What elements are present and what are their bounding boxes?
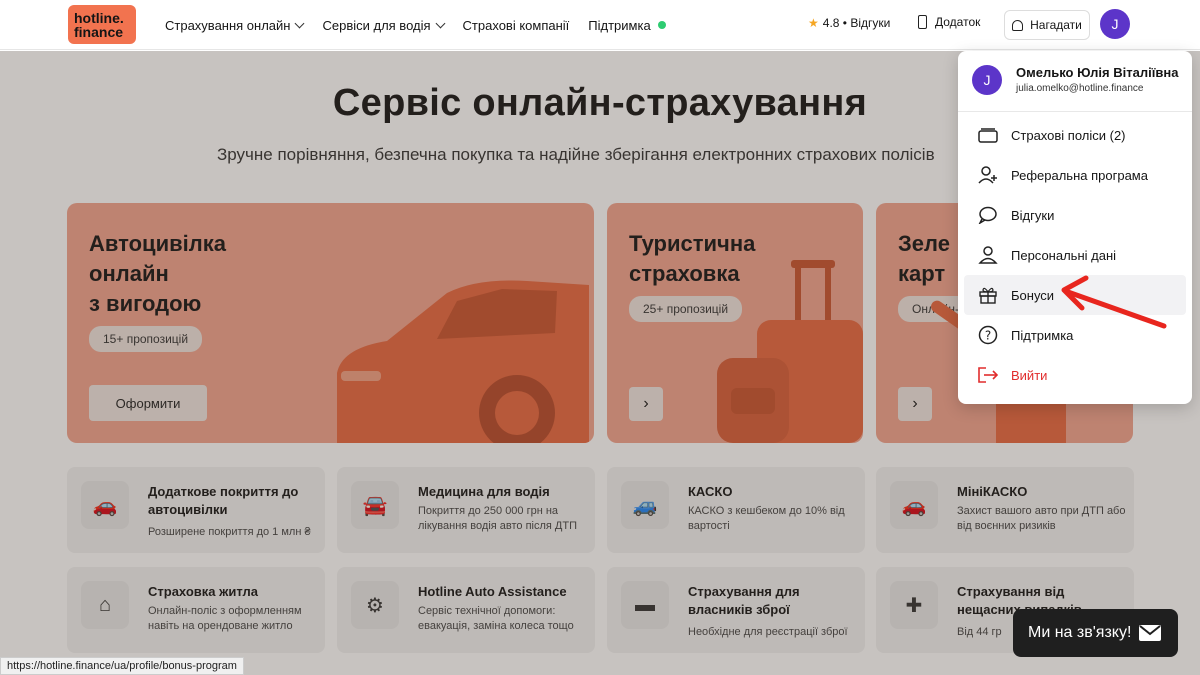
menu-item-label: Страхові поліси (2) [1011,127,1126,143]
car-check-icon: 🚗 [890,481,938,529]
menu-item-label: Реферальна програма [1011,167,1148,183]
service-minikasko[interactable]: 🚗 МініКАСКО Захист вашого авто при ДТП а… [876,467,1134,553]
user-avatar-button[interactable]: J [1100,9,1130,39]
car-shield-icon: 🚙 [621,481,669,529]
card-arrow-button[interactable]: › [629,387,663,421]
nav-label: Страхування онлайн [165,17,291,33]
logo-line2: finance [74,23,124,40]
chevron-down-icon [295,18,305,28]
remind-label: Нагадати [1030,18,1082,32]
car-shield-icon: 🚗 [81,481,129,529]
nav-driver-services[interactable]: Сервіси для водія [322,17,445,33]
menu-item-referral[interactable]: Реферальна програма [964,155,1186,195]
service-desc: КАСКО з кешбеком до 10% від вартості [688,505,845,532]
menu-item-label: Бонуси [1011,287,1055,303]
nav-label: Страхові компанії [462,17,570,33]
chat-button[interactable]: Ми на зв'язку! [1013,609,1178,657]
service-desc: Покриття до 250 000 грн на лікування вод… [418,505,577,532]
service-title: Додаткове покриття до автоцивілки [148,484,299,517]
menu-item-label: Відгуки [1011,207,1055,223]
menu-item-label: Персональні дані [1011,247,1117,263]
service-desc: Захист вашого авто при ДТП або від воєнн… [957,505,1126,532]
offers-badge: 15+ пропозицій [89,326,203,352]
wheel-card-icon: ⚙ [351,581,399,629]
browser-status-url: https://hotline.finance/ua/profile/bonus… [0,657,244,675]
apply-button[interactable]: Оформити [89,385,207,421]
menu-item-personal-data[interactable]: Персональні дані [964,235,1186,275]
service-weapon-insurance[interactable]: ▬ Страхування для власників зброї Необхі… [607,567,865,653]
top-header: hotline. finance Страхування онлайн Серв… [0,0,1200,50]
annotation-arrow-icon [1061,275,1167,329]
card-osago[interactable]: Автоцивілка онлайн з вигодою 15+ пропози… [67,203,594,443]
user-email: julia.omelko@hotline.finance [1016,83,1144,94]
service-title: Медицина для водія [418,484,550,499]
user-icon [977,245,999,265]
menu-item-policies[interactable]: Страхові поліси (2) [964,115,1186,155]
card-title: Зеле карт [898,231,950,286]
chevron-down-icon [435,18,445,28]
question-circle-icon: ? [977,325,999,345]
service-kasko[interactable]: 🚙 КАСКО КАСКО з кешбеком до 10% від варт… [607,467,865,553]
service-extra-coverage[interactable]: 🚗 Додаткове покриття до автоцивілки Розш… [67,467,325,553]
profile-dropdown: J Омелько Юлія Віталіївна julia.omelko@h… [958,51,1192,404]
service-desc: Сервіс технічної допомоги: евакуація, за… [418,605,574,632]
divider [958,111,1192,112]
service-title: Hotline Auto Assistance [418,584,567,599]
bell-icon [1012,19,1024,31]
house-icon: ⌂ [81,581,129,629]
main-nav: Страхування онлайн Сервіси для водія Стр… [165,0,685,50]
menu-item-reviews[interactable]: Відгуки [964,195,1186,235]
nav-insurance-companies[interactable]: Страхові компанії [463,18,570,33]
service-desc: Онлайн-поліс з оформленням навіть на оре… [148,605,302,632]
card-arrow-button[interactable]: › [898,387,932,421]
service-home-insurance[interactable]: ⌂ Страховка житла Онлайн-поліс з оформле… [67,567,325,653]
page-subtitle: Зручне порівняння, безпечна покупка та н… [217,145,935,164]
nav-label: Сервіси для водія [322,17,431,33]
service-title: КАСКО [688,484,733,499]
service-title: Страховка житла [148,584,259,599]
avatar: J [972,65,1002,95]
svg-text:?: ? [985,329,991,343]
card-travel[interactable]: Туристична страховка 25+ пропозицій › [607,203,863,443]
rating-reviews-link[interactable]: ★ 4.8 • Відгуки [808,16,890,30]
phone-icon [918,15,927,29]
star-icon: ★ [808,16,819,30]
service-driver-medicine[interactable]: 🚘 Медицина для водія Покриття до 250 000… [337,467,595,553]
nav-insurance-online[interactable]: Страхування онлайн [165,17,305,33]
rating-text: 4.8 • Відгуки [822,16,891,30]
service-auto-assistance[interactable]: ⚙ Hotline Auto Assistance Сервіс технічн… [337,567,595,653]
remind-button[interactable]: Нагадати [1004,10,1090,40]
envelope-icon [1139,625,1161,641]
luggage-illustration [717,260,863,443]
online-status-dot [657,21,666,29]
car-illustration [337,280,589,443]
gift-icon [977,285,999,305]
service-title: Страхування для власників зброї [688,584,800,617]
app-label: Додаток [935,15,981,29]
service-title: МініКАСКО [957,484,1028,499]
medical-shield-icon: ✚ [890,581,938,629]
user-name: Омелько Юлія Віталіївна [1016,65,1179,80]
logout-icon [977,365,999,385]
logo-line1: hotline. [74,9,124,26]
chat-bubbles-icon [977,205,999,225]
nav-label: Підтримка [588,17,651,33]
pistol-icon: ▬ [621,581,669,629]
menu-item-label: Вийти [1011,367,1048,383]
car-medical-icon: 🚘 [351,481,399,529]
chat-label: Ми на зв'язку! [1028,624,1132,641]
service-desc: Розширене покриття до 1 млн ₴ [148,526,311,538]
service-desc: Необхідне для реєстрації зброї [688,626,848,638]
menu-item-logout[interactable]: Вийти [964,355,1186,395]
card-title: Автоцивілка онлайн з вигодою [89,231,226,316]
user-add-icon [977,165,999,185]
app-link[interactable]: Додаток [918,15,980,29]
nav-support[interactable]: Підтримка [588,17,666,33]
logo[interactable]: hotline. finance [68,5,136,44]
folder-stack-icon [977,125,999,145]
